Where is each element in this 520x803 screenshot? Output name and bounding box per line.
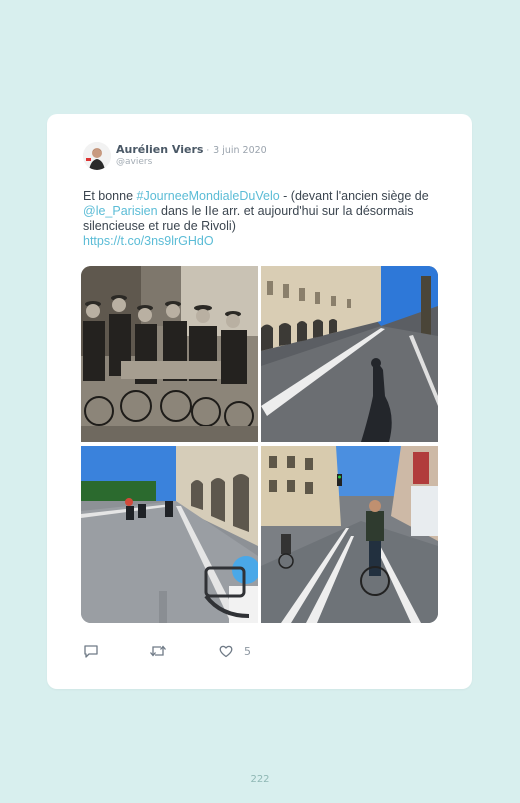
url-link[interactable]: https://t.co/3ns9lrGHdO [83, 234, 214, 248]
like-count: 5 [244, 644, 251, 658]
speech-bubble-icon [84, 645, 98, 658]
hashtag-link[interactable]: #JourneeMondialeDuVelo [137, 189, 280, 203]
tweet-text: Et bonne #JourneeMondialeDuVelo - (devan… [83, 189, 443, 249]
rivoli-cyclists-child-photo[interactable] [81, 446, 258, 623]
separator: · [206, 146, 210, 156]
reply-button[interactable] [83, 643, 99, 659]
tweet-actions: 5 [83, 643, 283, 661]
page-number: 222 [250, 774, 270, 785]
photo-grid [81, 266, 438, 623]
author-name[interactable]: Aurélien Viers [116, 143, 203, 156]
mention-link[interactable]: @le_Parisien [83, 204, 158, 218]
author-line: Aurélien Viers · 3 juin 2020 [116, 143, 267, 156]
tweet-date[interactable]: 3 juin 2020 [213, 145, 267, 156]
avatar[interactable] [83, 142, 111, 170]
retweet-button[interactable] [149, 643, 167, 659]
tweet-text-part-1: Et bonne [83, 189, 137, 203]
rivoli-bike-lane-photo[interactable] [261, 446, 438, 623]
retweet-icon [150, 645, 166, 657]
archive-cyclists-photo[interactable] [81, 266, 258, 442]
author-handle[interactable]: @aviers [116, 157, 152, 167]
tweet-text-part-2: - (devant l'ancien siège de [279, 189, 429, 203]
like-button[interactable]: 5 [218, 643, 251, 659]
rue-de-rivoli-shadow-photo[interactable] [261, 266, 438, 442]
heart-icon [219, 645, 233, 658]
tweet-card: Aurélien Viers · 3 juin 2020 @aviers Et b… [47, 114, 472, 689]
